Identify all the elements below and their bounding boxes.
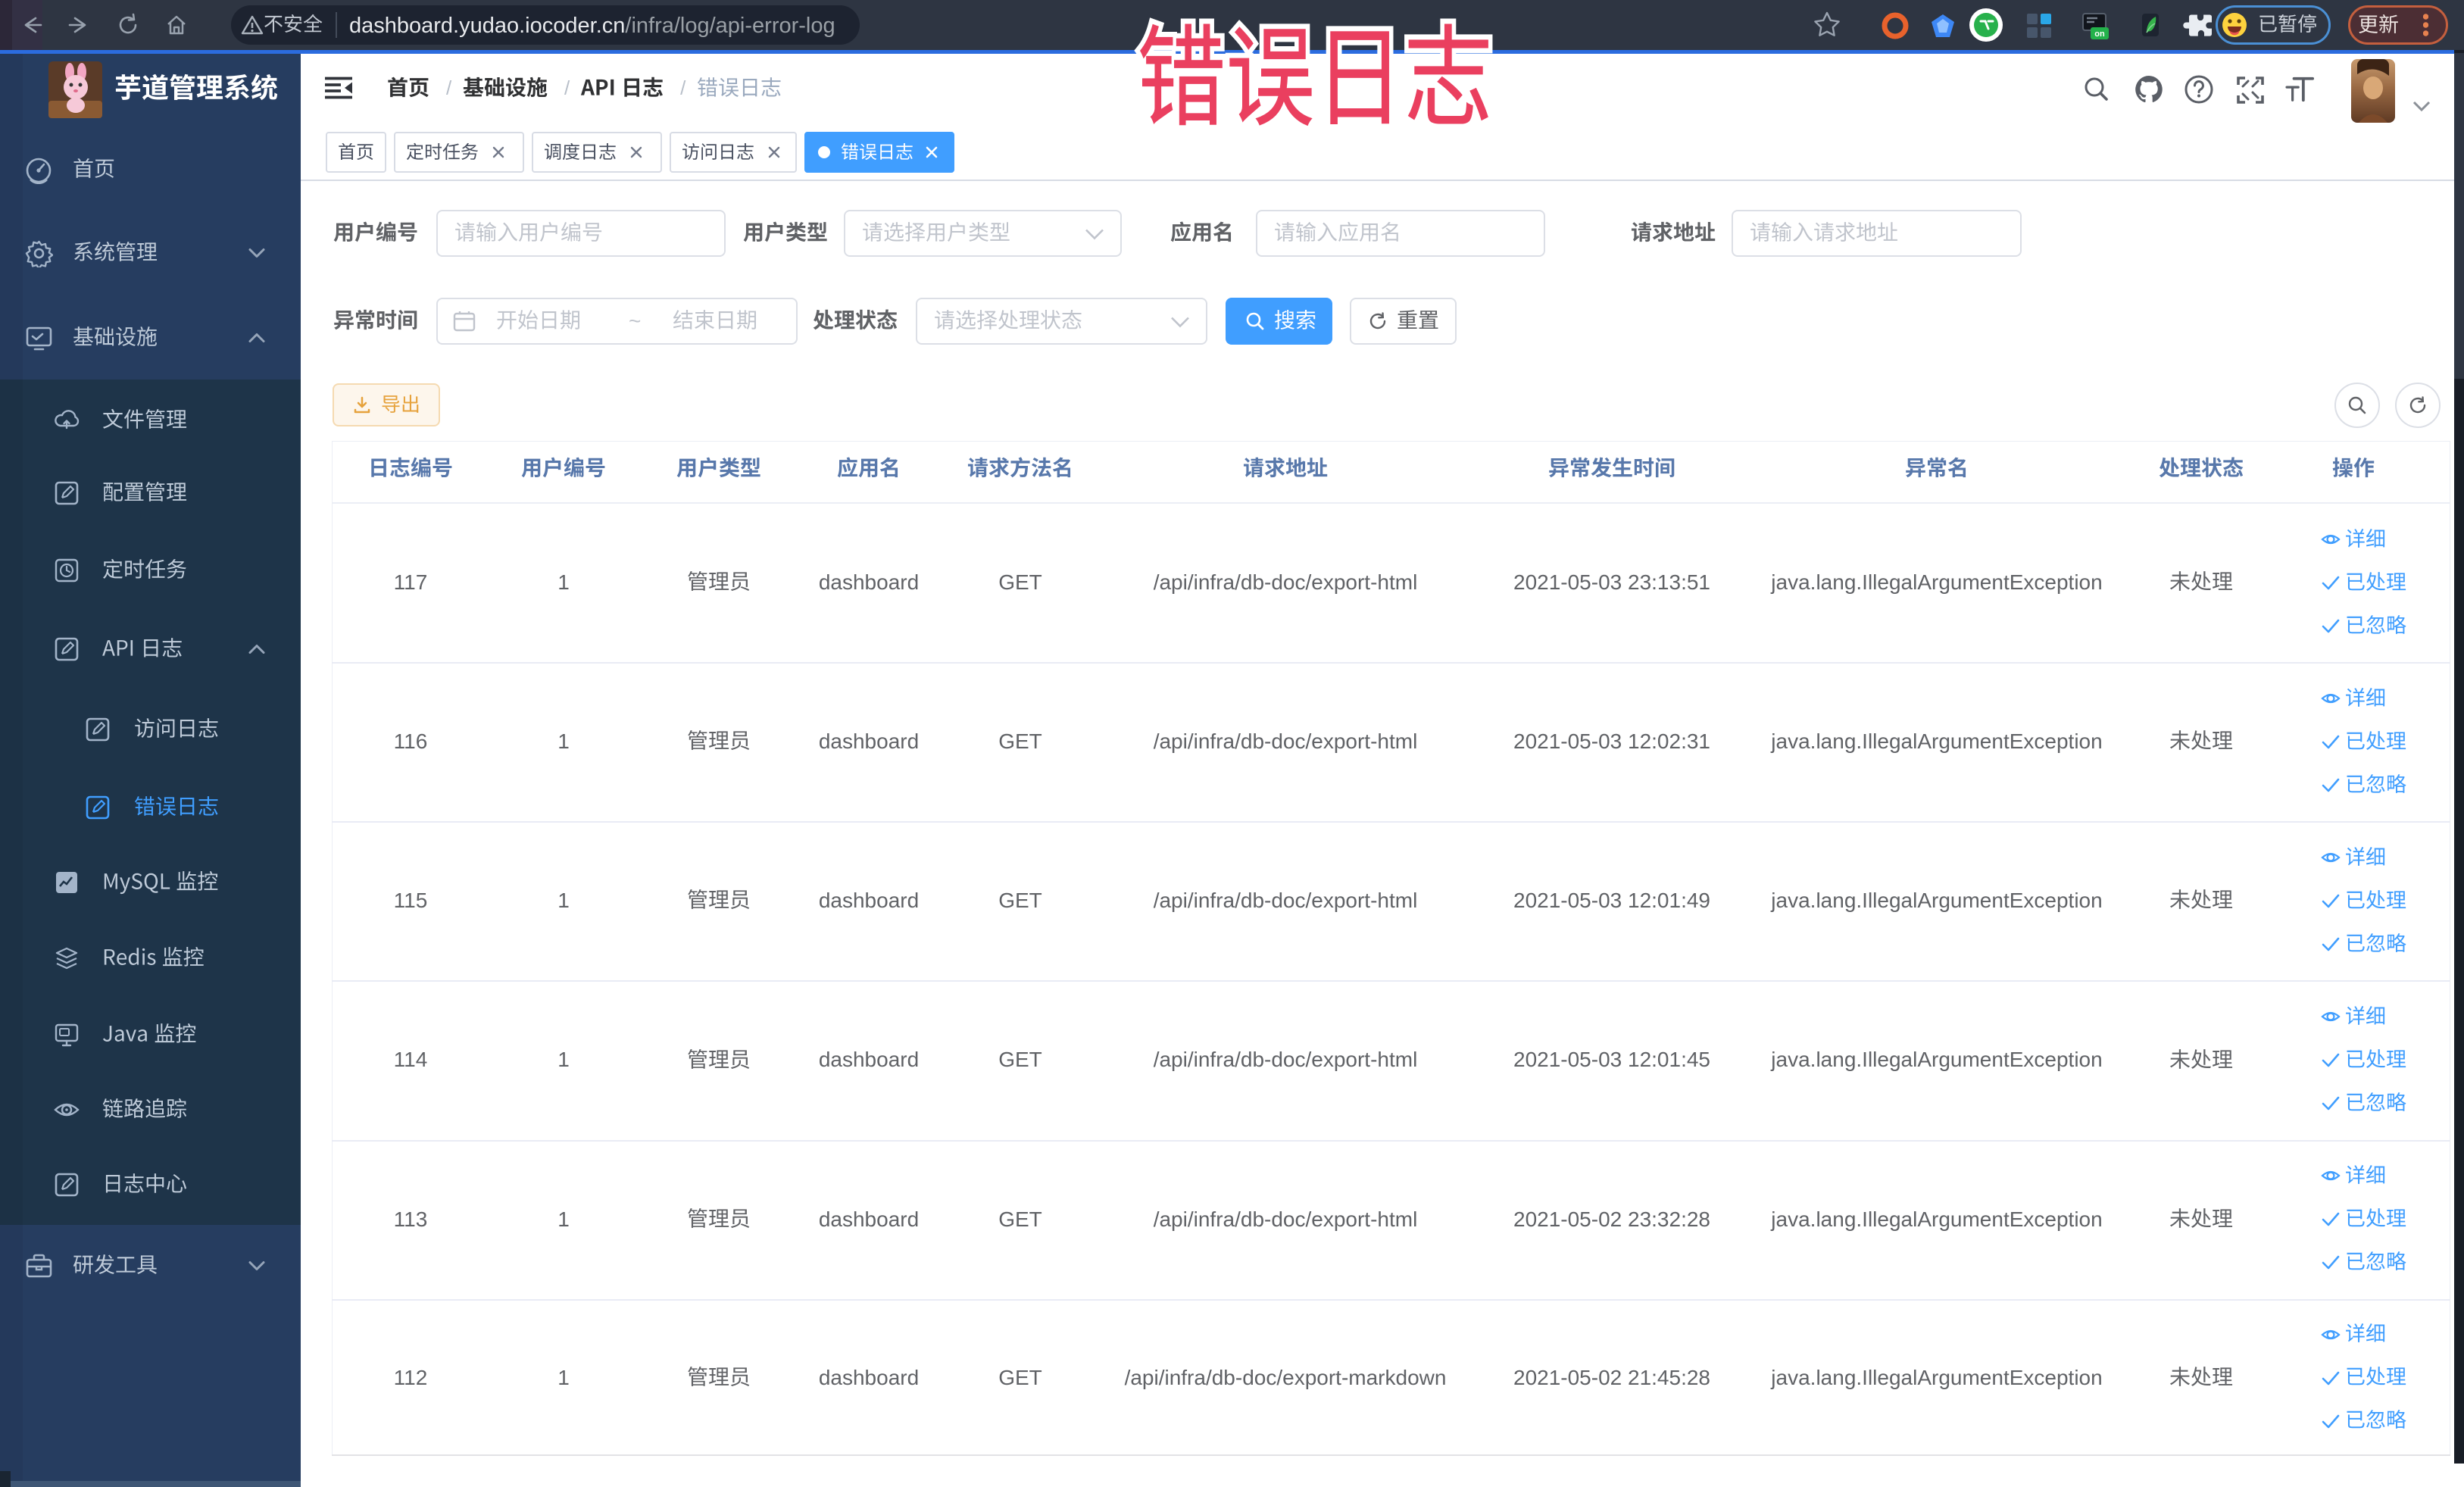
svg-text:on: on [2094,30,2105,39]
